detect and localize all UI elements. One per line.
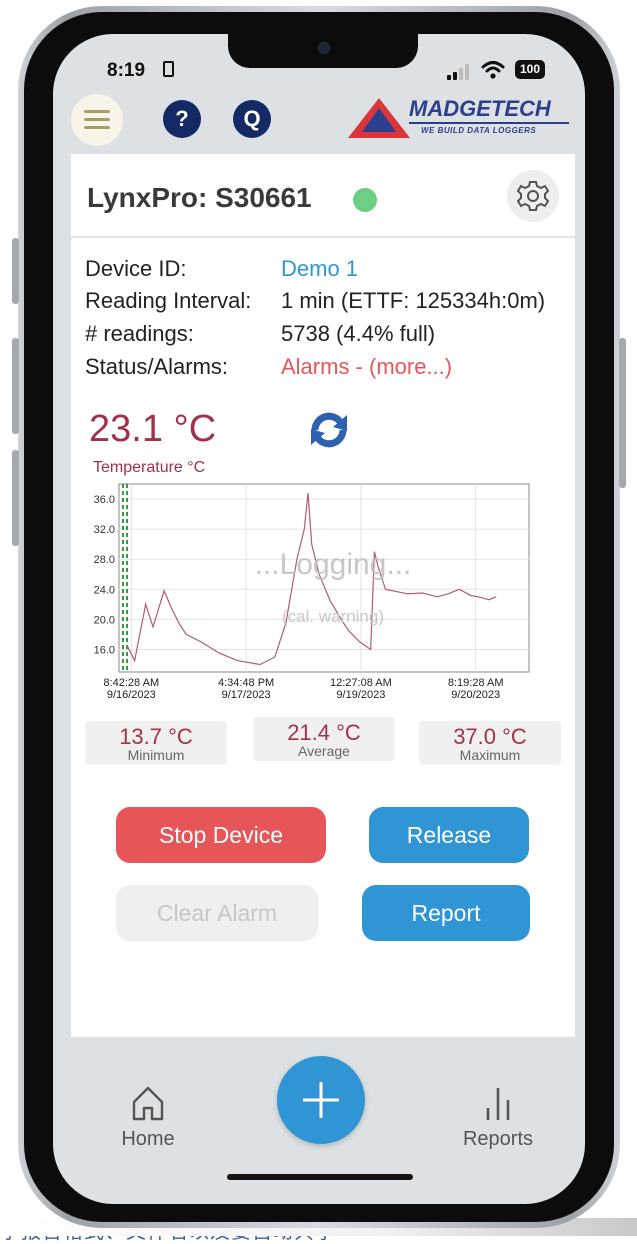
logo-tagline: WE BUILD DATA LOGGERS bbox=[421, 126, 537, 135]
plus-icon bbox=[303, 1082, 339, 1118]
logo-underline bbox=[409, 122, 569, 124]
average-label: Average bbox=[298, 743, 350, 759]
home-indicator bbox=[227, 1174, 413, 1180]
y-tick-label: 36.0 bbox=[94, 494, 115, 506]
status-indicator bbox=[353, 188, 377, 212]
settings-button[interactable] bbox=[507, 170, 559, 222]
clear-alarm-button[interactable]: Clear Alarm bbox=[116, 885, 318, 941]
maximum-label: Maximum bbox=[459, 747, 521, 763]
add-button[interactable] bbox=[277, 1056, 365, 1144]
y-tick-label: 32.0 bbox=[94, 524, 115, 536]
notch bbox=[228, 34, 418, 68]
x-tick-date: 9/17/2023 bbox=[222, 689, 271, 701]
signal-icon bbox=[447, 64, 473, 80]
menu-button[interactable] bbox=[71, 94, 123, 146]
sim-icon bbox=[163, 61, 174, 77]
release-button[interactable]: Release bbox=[369, 807, 529, 863]
calibration-warning-overlay: (cal. warning) bbox=[282, 607, 384, 626]
logging-overlay: ...Logging... bbox=[255, 548, 412, 581]
x-tick-date: 9/16/2023 bbox=[107, 689, 156, 701]
tab-reports[interactable]: Reports bbox=[453, 1082, 543, 1151]
y-tick-label: 20.0 bbox=[94, 614, 115, 626]
power-button bbox=[619, 338, 626, 488]
volume-button-3 bbox=[12, 450, 19, 546]
status-alarms-link[interactable]: Alarms - (more...) bbox=[281, 354, 452, 380]
gear-icon bbox=[516, 181, 550, 211]
y-tick-label: 16.0 bbox=[94, 644, 115, 656]
volume-button-2 bbox=[12, 338, 19, 434]
x-tick-time: 8:19:28 AM bbox=[448, 677, 504, 689]
q-button[interactable]: Q bbox=[233, 100, 271, 138]
y-tick-label: 28.0 bbox=[94, 554, 115, 566]
help-button[interactable]: ? bbox=[163, 100, 201, 138]
reading-interval-value: 1 min (ETTF: 125334h:0m) bbox=[281, 288, 546, 313]
temperature-chart[interactable]: 36.0 32.0 28.0 24.0 20.0 16.0 8:42:28 AM9/16/… bbox=[71, 474, 575, 704]
home-icon bbox=[132, 1086, 164, 1121]
minimum-label: Minimum bbox=[127, 747, 185, 763]
status-time: 8:19 bbox=[107, 60, 146, 81]
device-id-value[interactable]: Demo 1 bbox=[281, 256, 358, 282]
device-id-label: Device ID: bbox=[85, 256, 187, 281]
x-tick-date: 9/20/2023 bbox=[451, 689, 500, 701]
device-card: LynxPro: S30661 Device ID: Demo 1 Readin… bbox=[71, 154, 575, 1037]
header-divider bbox=[71, 236, 575, 238]
tab-reports-label: Reports bbox=[462, 1128, 534, 1150]
refresh-icon[interactable] bbox=[303, 404, 355, 456]
current-temperature: 23.1 °C bbox=[89, 408, 217, 450]
camera-icon bbox=[318, 42, 330, 54]
report-button[interactable]: Report bbox=[362, 885, 530, 941]
battery-icon: 100 bbox=[515, 60, 545, 79]
logo-name: MADGETECH bbox=[409, 96, 551, 121]
x-tick-date: 9/19/2023 bbox=[336, 689, 385, 701]
device-title: LynxPro: S30661 bbox=[87, 182, 312, 213]
bar-chart-icon bbox=[486, 1088, 510, 1120]
minimum-stat: 13.7 °C Minimum bbox=[85, 721, 227, 765]
screen: 8:19 100 ? Q MADGETECH WE BUILD DATA LOG… bbox=[53, 34, 585, 1204]
reading-interval-label: Reading Interval: bbox=[85, 288, 252, 313]
x-tick-time: 12:27:08 AM bbox=[330, 677, 392, 689]
tab-home[interactable]: Home bbox=[113, 1084, 183, 1151]
readings-count-label: # readings: bbox=[85, 321, 194, 346]
x-tick-time: 4:34:48 PM bbox=[218, 677, 274, 689]
stop-device-button[interactable]: Stop Device bbox=[116, 807, 326, 863]
average-stat: 21.4 °C Average bbox=[253, 717, 395, 761]
y-tick-label: 24.0 bbox=[94, 584, 115, 596]
volume-button-1 bbox=[12, 238, 19, 304]
tab-home-label: Home bbox=[121, 1128, 175, 1150]
x-tick-time: 8:42:28 AM bbox=[103, 677, 159, 689]
readings-count-value: 5738 (4.4% full) bbox=[281, 321, 436, 346]
status-alarms-label: Status/Alarms: bbox=[85, 354, 229, 379]
madgetech-logo-icon bbox=[348, 98, 410, 138]
maximum-stat: 37.0 °C Maximum bbox=[419, 721, 561, 765]
wifi-icon bbox=[481, 61, 505, 79]
